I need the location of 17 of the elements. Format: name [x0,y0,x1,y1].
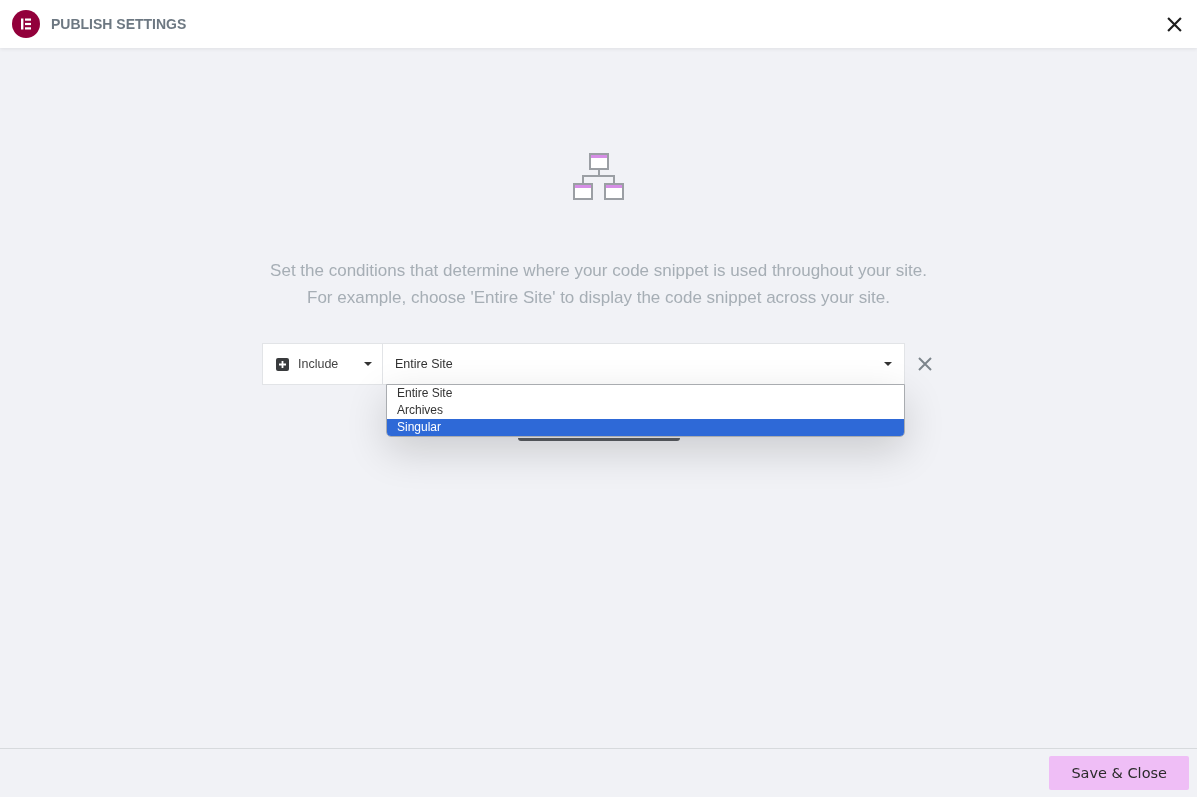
sitemap-icon [572,153,625,201]
description-text: Set the conditions that determine where your code snippet is used throughout your site. [270,260,927,282]
save-button[interactable]: Save & Close [1049,756,1189,790]
close-button[interactable] [1167,16,1182,32]
window-title: PUBLISH SETTINGS [51,16,187,32]
dropdown-option[interactable]: Singular [387,419,904,436]
dropdown-option[interactable]: Entire Site [387,385,904,402]
caret-icon [364,362,372,366]
scope-select[interactable]: Entire Site [383,343,905,385]
plus-icon [276,357,289,371]
close-icon [1167,16,1182,32]
caret-icon [884,362,892,366]
logo-icon [12,10,40,38]
description-text: For example, choose 'Entire Site' to display the code snippet across your site. [306,287,891,309]
include-select[interactable]: Include [262,343,383,385]
close-icon [918,357,932,371]
dropdown-option[interactable]: Archives [387,402,904,419]
